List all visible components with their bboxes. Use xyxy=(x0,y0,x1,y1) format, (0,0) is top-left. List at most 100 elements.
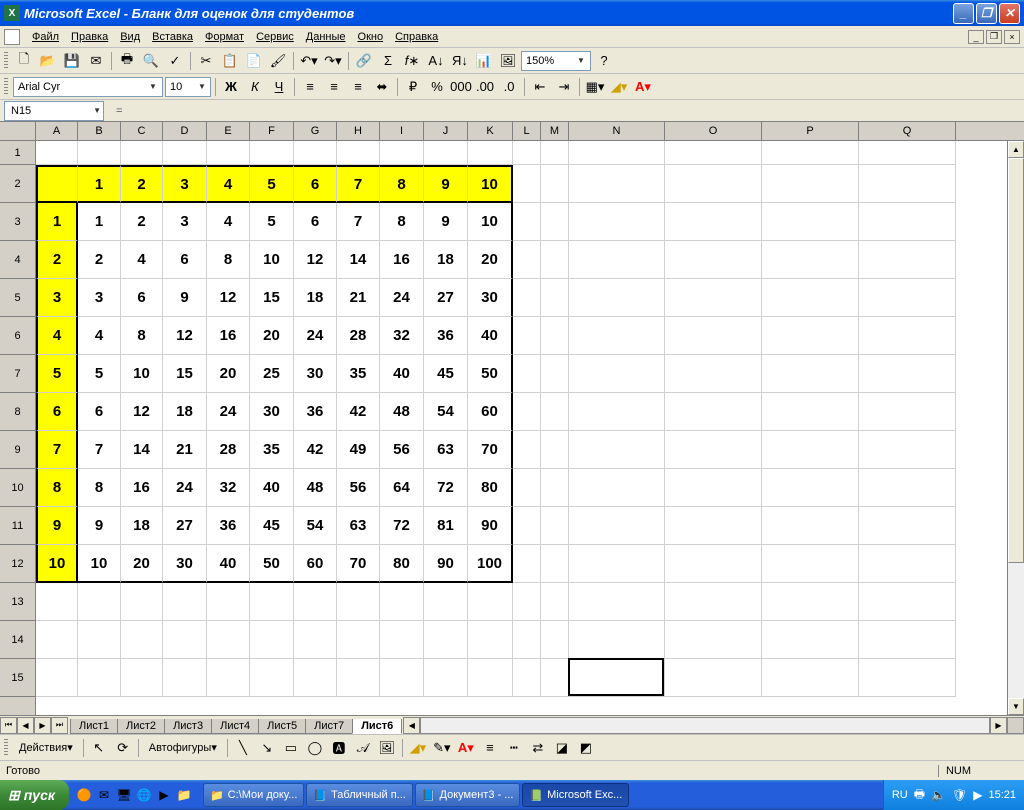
cell[interactable]: 10 xyxy=(468,203,513,241)
merge-button[interactable]: ⬌ xyxy=(371,76,393,98)
hyperlink-button[interactable]: 🔗 xyxy=(353,50,375,72)
cell[interactable] xyxy=(762,545,859,583)
cell[interactable]: 3 xyxy=(163,165,207,203)
cell[interactable]: 7 xyxy=(78,431,121,469)
ql-icon[interactable]: 🖥 xyxy=(115,786,133,804)
cell[interactable] xyxy=(762,469,859,507)
taskbar-task[interactable]: 📗Microsoft Exc... xyxy=(522,783,629,807)
cell[interactable] xyxy=(665,165,762,203)
cell[interactable]: 35 xyxy=(250,431,294,469)
column-header[interactable]: H xyxy=(337,122,380,140)
cell[interactable]: 2 xyxy=(78,241,121,279)
cell[interactable]: 10 xyxy=(250,241,294,279)
toolbar-handle[interactable] xyxy=(4,52,8,70)
tab-nav-last[interactable]: ⏭ xyxy=(51,717,68,734)
column-header[interactable]: C xyxy=(121,122,163,140)
function-button[interactable]: f∗ xyxy=(401,50,423,72)
scroll-track[interactable] xyxy=(1008,158,1024,698)
actions-menu[interactable]: Действия ▾ xyxy=(13,737,79,759)
cell[interactable] xyxy=(859,241,956,279)
sheet-tab[interactable]: Лист4 xyxy=(211,719,259,734)
font-combo[interactable]: ▼ xyxy=(13,77,163,97)
cell[interactable]: 9 xyxy=(36,507,78,545)
start-button[interactable]: ⊞пуск xyxy=(0,780,69,810)
zoom-input[interactable] xyxy=(526,52,574,69)
ql-icon[interactable]: ✉ xyxy=(95,786,113,804)
cell[interactable] xyxy=(762,241,859,279)
cell[interactable]: 32 xyxy=(207,469,250,507)
cell[interactable] xyxy=(294,659,337,697)
decrease-indent-button[interactable]: ⇤ xyxy=(529,76,551,98)
scroll-left-button[interactable]: ◀ xyxy=(403,717,420,734)
cell[interactable] xyxy=(665,317,762,355)
cell[interactable] xyxy=(665,621,762,659)
row-header[interactable]: 14 xyxy=(0,621,35,659)
autoshapes-menu[interactable]: Автофигуры ▾ xyxy=(143,737,223,759)
size-input[interactable] xyxy=(170,78,196,95)
cell[interactable] xyxy=(250,583,294,621)
scroll-thumb[interactable] xyxy=(1008,158,1024,563)
spellcheck-button[interactable]: ✓ xyxy=(164,50,186,72)
sheet-tab[interactable]: Лист3 xyxy=(164,719,212,734)
cell[interactable] xyxy=(163,659,207,697)
row-header[interactable]: 3 xyxy=(0,203,35,241)
open-button[interactable]: 📂 xyxy=(37,50,59,72)
cell[interactable] xyxy=(859,545,956,583)
shadow-button[interactable]: ◪ xyxy=(551,737,573,759)
row-header[interactable]: 7 xyxy=(0,355,35,393)
cell[interactable]: 6 xyxy=(163,241,207,279)
cell[interactable] xyxy=(337,621,380,659)
cell[interactable]: 6 xyxy=(121,279,163,317)
cell[interactable] xyxy=(762,393,859,431)
cell[interactable] xyxy=(762,431,859,469)
cell[interactable]: 60 xyxy=(294,545,337,583)
cell[interactable] xyxy=(569,393,665,431)
cell[interactable] xyxy=(665,583,762,621)
cell[interactable] xyxy=(468,583,513,621)
save-button[interactable]: 💾 xyxy=(61,50,83,72)
cell[interactable]: 6 xyxy=(294,203,337,241)
column-header[interactable]: J xyxy=(424,122,468,140)
row-header[interactable]: 4 xyxy=(0,241,35,279)
mdi-close[interactable]: × xyxy=(1004,30,1020,44)
cell[interactable] xyxy=(569,583,665,621)
cell[interactable]: 42 xyxy=(294,431,337,469)
menu-tools[interactable]: Сервис xyxy=(250,29,300,45)
cell[interactable]: 18 xyxy=(424,241,468,279)
cell[interactable]: 18 xyxy=(294,279,337,317)
taskbar-task[interactable]: 📘Документ3 - ... xyxy=(415,783,521,807)
cell[interactable] xyxy=(250,659,294,697)
rotate-button[interactable]: ⟳ xyxy=(112,737,134,759)
autosum-button[interactable]: Σ xyxy=(377,50,399,72)
cell[interactable] xyxy=(569,279,665,317)
cell[interactable] xyxy=(665,659,762,697)
cell[interactable]: 14 xyxy=(337,241,380,279)
cell[interactable]: 4 xyxy=(207,203,250,241)
cell[interactable] xyxy=(762,507,859,545)
cell[interactable] xyxy=(665,203,762,241)
cell[interactable] xyxy=(859,583,956,621)
cell[interactable] xyxy=(859,659,956,697)
cell[interactable]: 45 xyxy=(424,355,468,393)
line-button[interactable]: ╲ xyxy=(232,737,254,759)
cell[interactable] xyxy=(121,583,163,621)
dash-style-button[interactable]: ┅ xyxy=(503,737,525,759)
cell[interactable] xyxy=(380,659,424,697)
tab-nav-first[interactable]: ⏮ xyxy=(0,717,17,734)
cell[interactable]: 2 xyxy=(121,203,163,241)
cell[interactable]: 20 xyxy=(468,241,513,279)
cell[interactable] xyxy=(513,431,541,469)
cell[interactable]: 9 xyxy=(424,165,468,203)
cell[interactable] xyxy=(569,317,665,355)
cell[interactable] xyxy=(513,355,541,393)
cell[interactable] xyxy=(163,621,207,659)
cell[interactable]: 8 xyxy=(380,203,424,241)
column-header[interactable]: E xyxy=(207,122,250,140)
cell[interactable]: 4 xyxy=(36,317,78,355)
cell[interactable] xyxy=(859,165,956,203)
cell[interactable] xyxy=(762,279,859,317)
cell[interactable]: 16 xyxy=(207,317,250,355)
cell[interactable]: 9 xyxy=(163,279,207,317)
percent-button[interactable]: % xyxy=(426,76,448,98)
row-header[interactable]: 12 xyxy=(0,545,35,583)
